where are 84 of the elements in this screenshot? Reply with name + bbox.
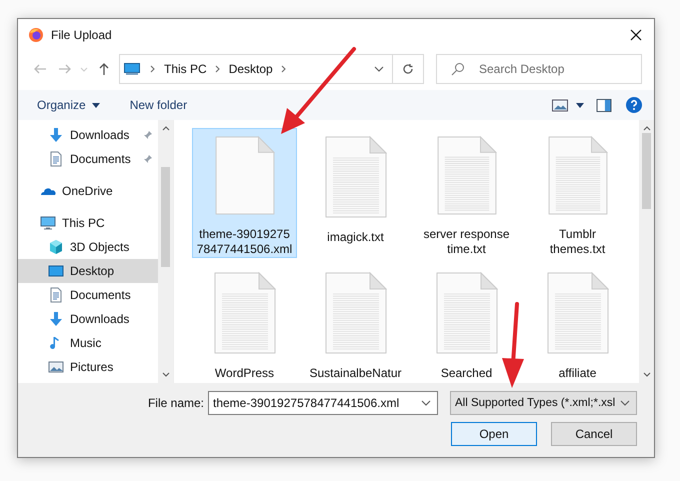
sidebar-item[interactable]: Documents: [18, 283, 158, 307]
file-name: 78477441506.xml: [196, 242, 292, 257]
up-arrow-icon[interactable]: [97, 62, 111, 76]
sidebar-item[interactable]: Documents: [18, 147, 158, 171]
file-name: themes.txt: [550, 242, 606, 257]
address-bar[interactable]: This PC Desktop: [119, 54, 424, 84]
view-icon[interactable]: [552, 98, 568, 112]
chevron-right-icon: [280, 65, 287, 73]
sidebar-item[interactable]: This PC: [18, 211, 158, 235]
search-field[interactable]: Search Desktop: [436, 54, 642, 84]
download-arrow-icon: [48, 311, 64, 327]
file-name: theme-39019275: [199, 227, 290, 242]
new-folder-button[interactable]: New folder: [130, 98, 188, 112]
text-file-icon: [436, 136, 498, 215]
preview-pane-icon[interactable]: [596, 98, 612, 112]
sidebar-item[interactable]: Music: [18, 331, 158, 355]
pictures-icon: [48, 359, 64, 375]
file-name: Searched: [440, 366, 492, 381]
scrollbar[interactable]: [639, 120, 654, 383]
file-item[interactable]: Tumblr themes.txt: [525, 128, 630, 258]
file-item[interactable]: WordPress: [192, 264, 297, 383]
scroll-down-icon[interactable]: [162, 372, 170, 377]
sidebar-item[interactable]: Desktop: [18, 259, 158, 283]
text-file-icon: [546, 136, 608, 215]
desktop-icon: [48, 263, 64, 279]
sidebar-item[interactable]: Downloads: [18, 307, 158, 331]
pin-icon: [143, 154, 153, 164]
file-name: affiliate: [558, 366, 596, 381]
text-file-icon: [436, 272, 498, 354]
sidebar-item[interactable]: Downloads: [18, 123, 158, 147]
document-icon: [48, 151, 64, 167]
search-icon: [451, 62, 465, 76]
file-name: time.txt: [447, 242, 486, 257]
download-arrow-icon: [48, 127, 64, 143]
chevron-right-icon: [150, 65, 156, 73]
cancel-button[interactable]: Cancel: [551, 422, 637, 446]
scrollbar[interactable]: [158, 120, 173, 383]
file-name-label: File name:: [148, 396, 204, 410]
fox-globe-icon: [28, 27, 44, 43]
chevron-down-icon: [421, 400, 431, 406]
file-item[interactable]: theme-39019275 78477441506.xml: [192, 128, 297, 258]
close-icon[interactable]: [630, 29, 642, 41]
file-item[interactable]: server response time.txt: [414, 128, 519, 258]
file-item[interactable]: imagick.txt: [303, 128, 408, 258]
file-name: Tumblr: [559, 227, 596, 242]
scrollbar-thumb[interactable]: [161, 167, 170, 267]
scroll-down-icon[interactable]: [642, 372, 650, 377]
pin-icon: [143, 130, 153, 140]
scrollbar-thumb[interactable]: [642, 133, 651, 209]
file-name: server response: [423, 227, 510, 242]
organize-menu[interactable]: Organize: [37, 98, 100, 112]
file-item[interactable]: affiliate: [525, 264, 630, 383]
sidebar-item[interactable]: OneDrive: [18, 179, 158, 203]
cube-icon: [48, 239, 64, 255]
file-name: SustainalbeNatur: [309, 366, 402, 381]
chevron-down-icon[interactable]: [374, 66, 384, 72]
scroll-up-icon[interactable]: [642, 126, 650, 131]
breadcrumb[interactable]: This PC: [164, 62, 207, 76]
file-item[interactable]: Searched: [414, 264, 519, 383]
sidebar-item[interactable]: 3D Objects: [18, 235, 158, 259]
refresh-icon: [402, 63, 414, 75]
scroll-up-icon[interactable]: [162, 126, 170, 131]
file-name: WordPress: [214, 366, 274, 381]
document-icon: [48, 287, 64, 303]
file-item[interactable]: SustainalbeNatur: [303, 264, 408, 383]
text-file-icon: [214, 272, 276, 354]
chevron-right-icon: [214, 65, 221, 73]
help-icon[interactable]: [626, 97, 642, 113]
sidebar-item[interactable]: Pictures: [18, 355, 158, 379]
text-file-icon: [546, 272, 608, 354]
caret-icon: [92, 102, 100, 108]
blank-file-icon: [214, 136, 276, 215]
text-file-icon: [324, 272, 386, 354]
monitor-icon: [40, 215, 56, 231]
file-name: imagick.txt: [327, 230, 384, 245]
breadcrumb[interactable]: Desktop: [228, 62, 273, 76]
caret-icon[interactable]: [576, 102, 584, 108]
file-name-field[interactable]: theme-3901927578477441506.xml: [208, 391, 438, 415]
text-file-icon: [324, 136, 386, 218]
file-type-dropdown[interactable]: All Supported Types (*.xml;*.xsl: [450, 391, 637, 415]
window-title: File Upload: [51, 28, 113, 42]
chevron-down-icon: [620, 400, 630, 406]
open-button[interactable]: Open: [451, 422, 537, 446]
monitor-icon: [124, 63, 140, 75]
